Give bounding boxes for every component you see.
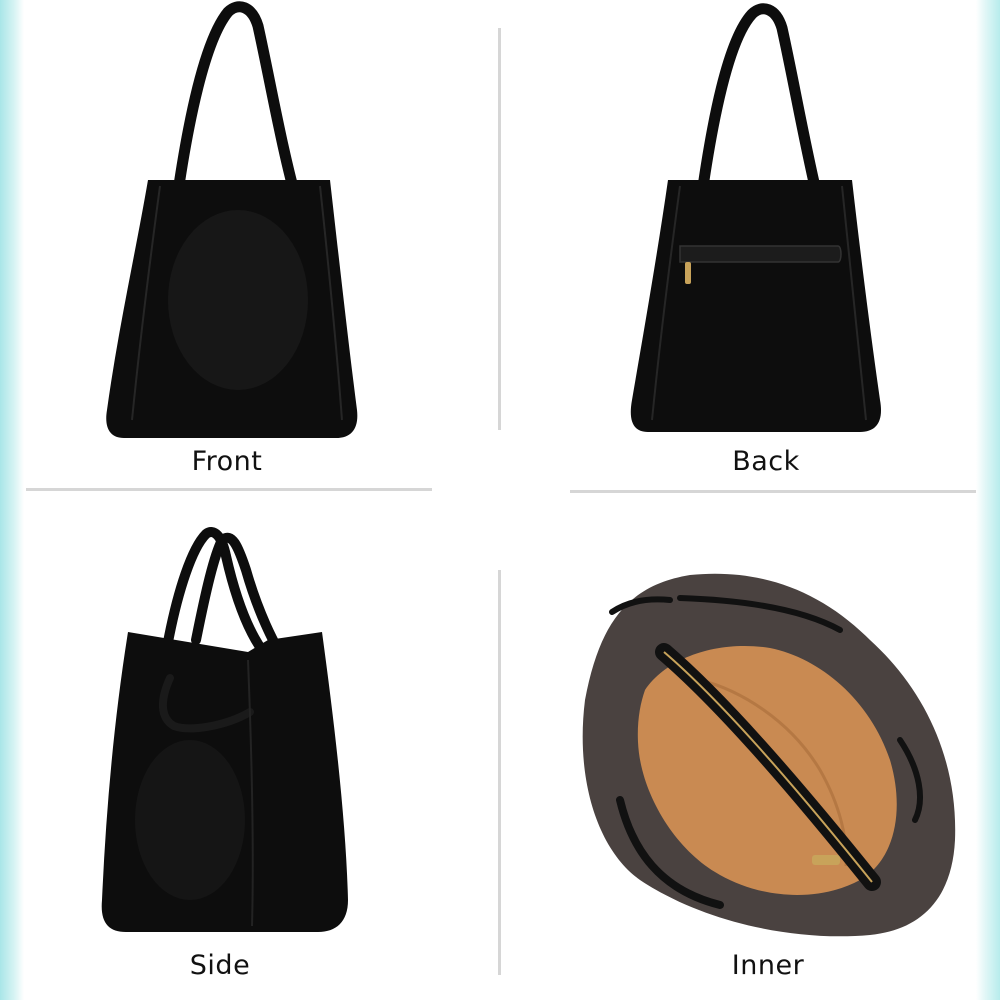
inner-label: Inner: [731, 950, 805, 981]
inner-zipper-pull: [812, 855, 840, 865]
inner-bag-image: [582, 573, 956, 937]
